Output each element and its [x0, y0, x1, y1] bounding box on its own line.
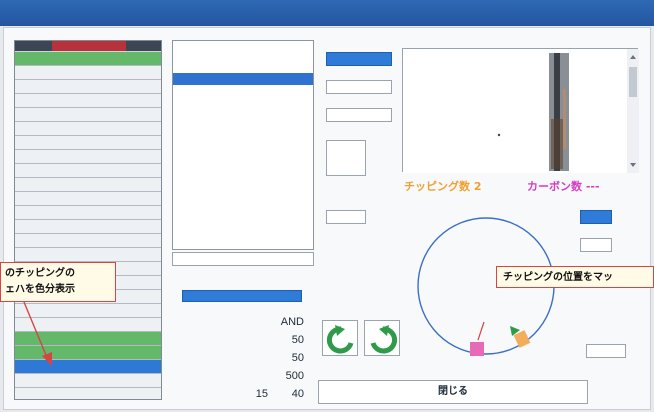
delete-button[interactable]	[172, 252, 314, 266]
abnormal-info-button[interactable]	[326, 108, 392, 122]
load-params-button[interactable]	[182, 290, 302, 302]
title-bar	[0, 0, 654, 26]
rotate-cw-button[interactable]	[364, 320, 400, 356]
save-image-button[interactable]	[586, 344, 626, 358]
chipping-thumbnail[interactable]	[326, 140, 366, 176]
table-header-cell	[126, 41, 161, 51]
table-row[interactable]	[15, 94, 161, 108]
show-button[interactable]	[326, 52, 392, 66]
inspection-time-list[interactable]	[172, 40, 314, 250]
carbon-count: カーボン数 ---	[527, 180, 600, 193]
table-row[interactable]	[15, 122, 161, 136]
table-row[interactable]	[15, 150, 161, 164]
table-row[interactable]	[15, 80, 161, 94]
table-row[interactable]	[15, 136, 161, 150]
side-button-top[interactable]	[580, 210, 612, 224]
table-row[interactable]	[15, 164, 161, 178]
table-row[interactable]	[15, 220, 161, 234]
chipping-count: チッピング数 2	[404, 180, 482, 193]
table-row[interactable]	[15, 388, 161, 399]
selected-time-item[interactable]	[173, 73, 313, 85]
table-row[interactable]	[15, 234, 161, 248]
chipping-marker-pink[interactable]	[470, 342, 484, 356]
table-row[interactable]	[15, 374, 161, 388]
table-row[interactable]	[15, 248, 161, 262]
inspection-image	[403, 49, 639, 173]
hide-button[interactable]	[326, 80, 392, 94]
table-row[interactable]	[15, 192, 161, 206]
callout-left: のチッピングの ェハを色分表示	[0, 262, 116, 302]
table-header-cell	[15, 41, 52, 51]
table-row[interactable]	[15, 108, 161, 122]
table-row[interactable]	[15, 178, 161, 192]
side-button-second[interactable]	[580, 238, 612, 252]
param-row: 50	[291, 352, 304, 364]
inspection-image-view[interactable]	[402, 48, 639, 173]
callout-pointer	[477, 321, 485, 341]
param-row: 500	[285, 370, 304, 382]
recheck-button[interactable]	[326, 210, 366, 224]
close-button[interactable]: 閉じる	[318, 380, 588, 404]
rotate-ccw-button[interactable]	[322, 320, 358, 356]
table-row[interactable]	[15, 52, 161, 66]
table-row[interactable]	[15, 66, 161, 80]
table-header-cell	[52, 41, 126, 51]
param-row: AND	[280, 316, 304, 328]
rotate-ccw-icon	[327, 325, 354, 354]
callout-left-arrow	[23, 301, 52, 366]
param-row: 15 40	[255, 388, 304, 400]
callout-right: チッピングの位置をマッ	[496, 266, 654, 288]
param-row: 50	[291, 334, 304, 346]
table-row[interactable]	[15, 206, 161, 220]
time-panel-header	[173, 41, 313, 71]
rotate-cw-icon	[370, 325, 397, 354]
